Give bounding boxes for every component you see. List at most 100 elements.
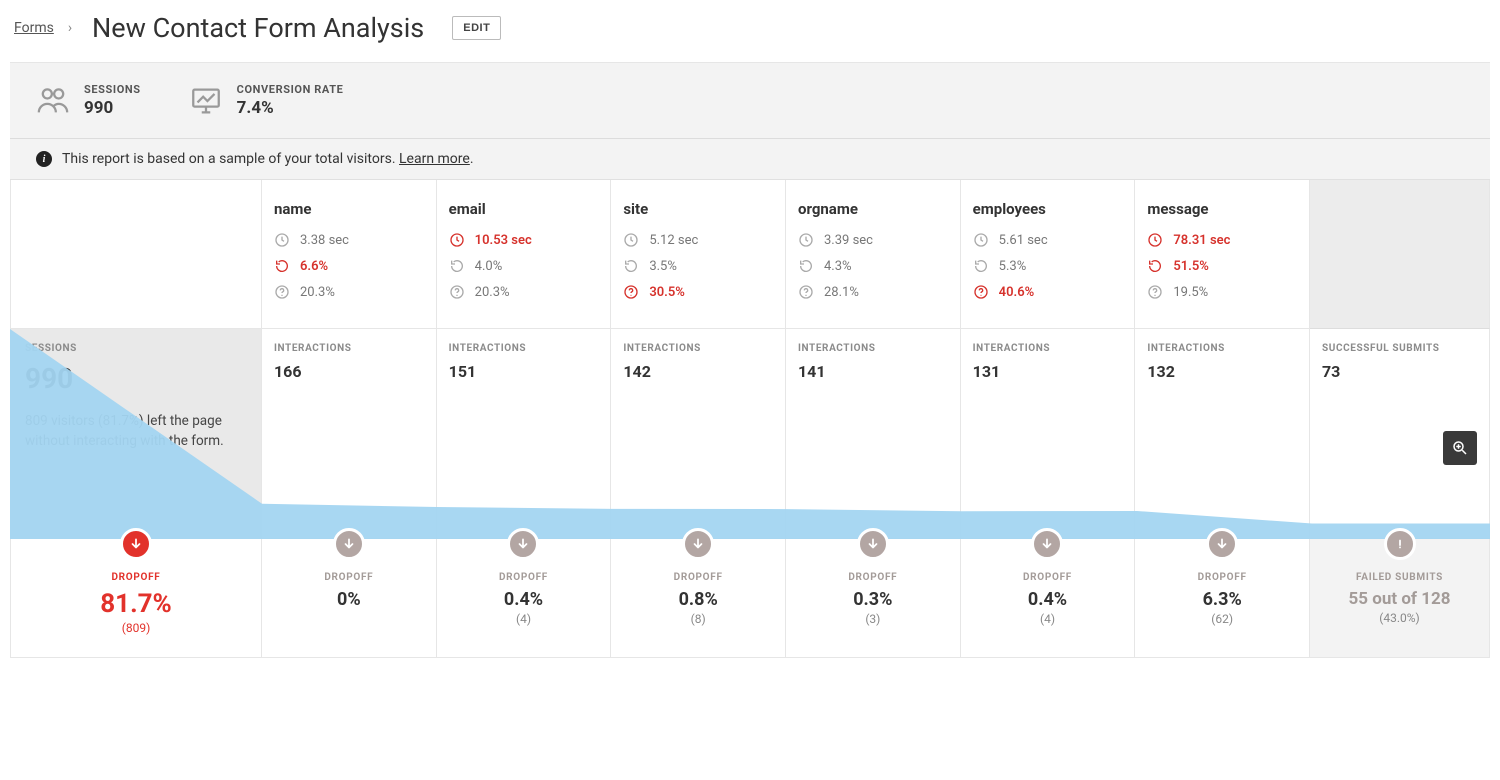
help-icon <box>973 284 989 300</box>
page-title: New Contact Form Analysis <box>92 12 424 44</box>
dropoff-cell-name: DROPOFF0% <box>262 539 437 658</box>
arrow-down-icon <box>857 528 889 560</box>
dropoff-label: DROPOFF <box>270 572 428 583</box>
dropoff-cell-orgname: DROPOFF 0.3% (3) <box>786 539 961 658</box>
interactions-value: 151 <box>449 362 599 381</box>
dropoff-pct: 0.3% <box>794 589 952 610</box>
sessions-cell-label: SESSIONS <box>25 343 247 354</box>
info-icon: i <box>36 151 52 167</box>
redo-value: 4.3% <box>824 259 852 274</box>
time-value: 5.61 sec <box>999 233 1048 248</box>
help-value: 20.3% <box>475 285 510 300</box>
help-icon <box>449 284 465 300</box>
conversion-label: CONVERSION RATE <box>237 83 344 96</box>
redo-icon <box>623 258 639 274</box>
session-dropoff-label: DROPOFF <box>19 572 253 583</box>
arrow-down-icon <box>120 528 152 560</box>
interactions-cell-email: INTERACTIONS 151 <box>437 329 612 539</box>
redo-icon <box>1147 258 1163 274</box>
zoom-button[interactable] <box>1443 431 1477 465</box>
redo-value: 5.3% <box>999 259 1027 274</box>
dropoff-count: (62) <box>1143 612 1301 626</box>
redo-value: 6.6% <box>300 259 328 274</box>
help-icon <box>1147 284 1163 300</box>
dropoff-count: (4) <box>969 612 1127 626</box>
dropoff-pct: 0.4% <box>445 589 603 610</box>
field-header-site: site 5.12 sec 3.5% 30.5% <box>611 180 786 329</box>
field-header-name: name 3.38 sec 6.6% 20.3% <box>262 180 437 329</box>
redo-icon <box>274 258 290 274</box>
dropoff-cell-email: DROPOFF 0.4% (4) <box>437 539 612 658</box>
arrow-down-icon <box>1206 528 1238 560</box>
field-name: orgname <box>798 200 948 218</box>
time-value: 78.31 sec <box>1173 233 1230 248</box>
notice-bar: i This report is based on a sample of yo… <box>10 138 1490 179</box>
arrow-down-icon <box>333 528 365 560</box>
dropoff-count: (8) <box>619 612 777 626</box>
sessions-label: SESSIONS <box>84 83 141 96</box>
notice-text: This report is based on a sample of your… <box>62 151 396 167</box>
interactions-value: 166 <box>274 362 424 381</box>
interactions-label: INTERACTIONS <box>1147 343 1297 354</box>
arrow-down-icon <box>507 528 539 560</box>
interactions-cell-employees: INTERACTIONS 131 <box>961 329 1136 539</box>
interactions-label: INTERACTIONS <box>973 343 1123 354</box>
redo-icon <box>798 258 814 274</box>
sessions-value: 990 <box>84 98 141 118</box>
time-value: 3.39 sec <box>824 233 873 248</box>
redo-value: 3.5% <box>649 259 677 274</box>
dropoff-pct: 0.4% <box>969 589 1127 610</box>
failed-submits-cell: FAILED SUBMITS 55 out of 128 (43.0%) <box>1310 539 1490 658</box>
time-value: 3.38 sec <box>300 233 349 248</box>
conversion-value: 7.4% <box>237 98 344 118</box>
clock-icon <box>274 232 290 248</box>
field-header-message: message78.31 sec51.5%19.5% <box>1135 180 1310 329</box>
conversion-icon <box>189 84 223 118</box>
arrow-down-icon <box>682 528 714 560</box>
dropoff-cell-site: DROPOFF 0.8% (8) <box>611 539 786 658</box>
dropoff-pct: 6.3% <box>1143 589 1301 610</box>
field-name: name <box>274 200 424 218</box>
interactions-value: 131 <box>973 362 1123 381</box>
interactions-label: INTERACTIONS <box>449 343 599 354</box>
interactions-cell-orgname: INTERACTIONS 141 <box>786 329 961 539</box>
field-name: site <box>623 200 773 218</box>
clock-icon <box>1147 232 1163 248</box>
chevron-right-icon: › <box>68 20 72 36</box>
dropoff-label: DROPOFF <box>445 572 603 583</box>
clock-icon <box>798 232 814 248</box>
clock-icon <box>449 232 465 248</box>
help-value: 20.3% <box>300 285 335 300</box>
learn-more-link[interactable]: Learn more <box>399 151 470 167</box>
arrow-down-icon <box>1031 528 1063 560</box>
interactions-label: INTERACTIONS <box>798 343 948 354</box>
interactions-cell-message: INTERACTIONS132 <box>1135 329 1310 539</box>
dropoff-count: (3) <box>794 612 952 626</box>
session-dropoff-pct: 81.7% <box>19 589 253 619</box>
help-value: 30.5% <box>649 285 685 300</box>
dropoff-label: DROPOFF <box>969 572 1127 583</box>
session-dropoff-count: (809) <box>19 621 253 635</box>
field-name: message <box>1147 200 1297 218</box>
edit-button[interactable]: EDIT <box>452 16 501 40</box>
breadcrumb-forms[interactable]: Forms <box>14 20 54 36</box>
dropoff-pct: 0.8% <box>619 589 777 610</box>
time-value: 5.12 sec <box>649 233 698 248</box>
help-icon <box>623 284 639 300</box>
field-header-employees: employees5.61 sec5.3%40.6% <box>961 180 1136 329</box>
dropoff-cell-employees: DROPOFF 0.4% (4) <box>961 539 1136 658</box>
alert-icon <box>1384 528 1416 560</box>
interactions-value: 141 <box>798 362 948 381</box>
dropoff-label: DROPOFF <box>794 572 952 583</box>
session-dropoff-cell: DROPOFF 81.7% (809) <box>10 539 262 658</box>
time-value: 10.53 sec <box>475 233 532 248</box>
sessions-cell-desc: 809 visitors (81.7%) left the page witho… <box>25 411 247 452</box>
failed-sub: (43.0%) <box>1318 611 1481 625</box>
failed-label: FAILED SUBMITS <box>1318 572 1481 583</box>
help-value: 19.5% <box>1173 285 1208 300</box>
help-icon <box>274 284 290 300</box>
help-value: 28.1% <box>824 285 859 300</box>
stats-bar: SESSIONS 990 CONVERSION RATE 7.4% <box>10 62 1490 138</box>
dropoff-count: (4) <box>445 612 603 626</box>
dropoff-label: DROPOFF <box>619 572 777 583</box>
